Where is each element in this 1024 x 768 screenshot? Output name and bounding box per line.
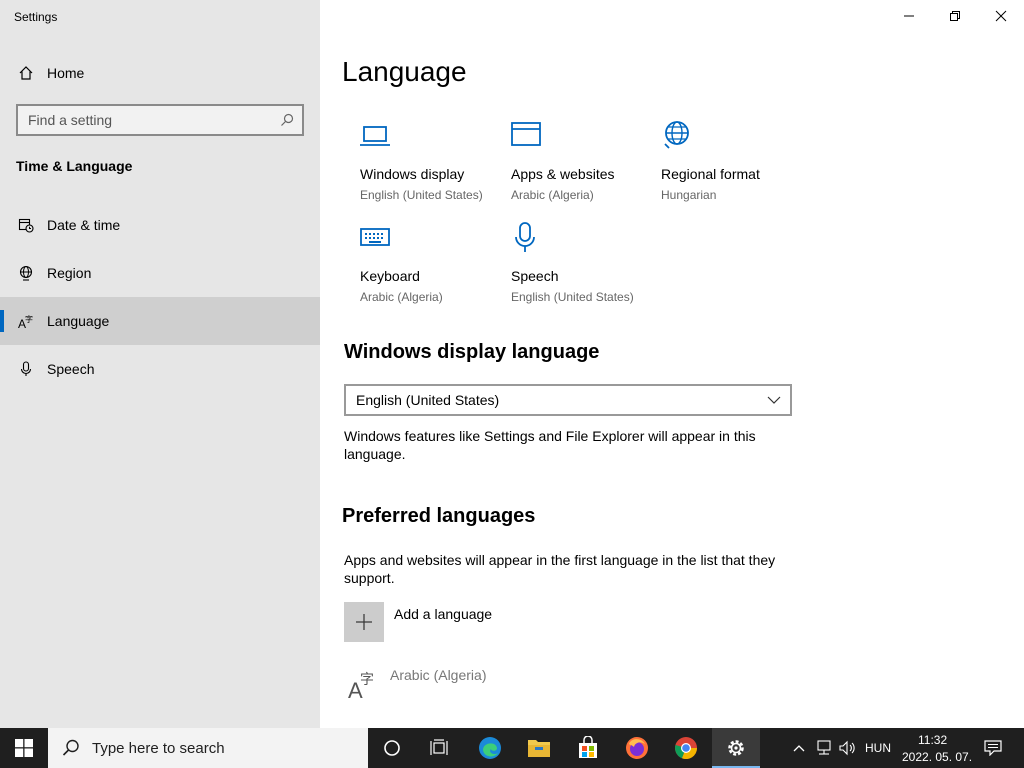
sidebar-item-label: Date & time — [47, 217, 121, 233]
firefox-icon — [626, 737, 648, 759]
svg-text:字: 字 — [360, 672, 374, 688]
chevron-up-icon — [793, 745, 805, 752]
gear-icon — [728, 740, 744, 756]
display-language-dropdown[interactable]: English (United States) — [344, 384, 792, 416]
minimize-button[interactable] — [886, 0, 932, 32]
language-name: Arabic (Algeria) — [390, 667, 487, 683]
home-icon — [17, 64, 35, 82]
firefox-taskbar-button[interactable] — [613, 728, 661, 768]
restore-button[interactable] — [932, 0, 978, 32]
tile-speech[interactable]: Speech English (United States) — [511, 222, 651, 314]
windows-logo-icon — [15, 739, 33, 757]
tile-subtitle: Arabic (Algeria) — [360, 290, 443, 304]
sidebar-item-language[interactable]: A字 Language — [0, 297, 320, 345]
input-language-indicator[interactable]: HUN — [865, 741, 891, 755]
tile-subtitle: English (United States) — [511, 290, 634, 304]
language-list-item[interactable]: A字 Arabic (Algeria) — [344, 664, 644, 704]
search-icon[interactable] — [280, 113, 294, 127]
sidebar-item-region[interactable]: Region — [0, 249, 320, 297]
tile-subtitle: English (United States) — [360, 188, 483, 202]
plus-icon — [344, 602, 384, 642]
sidebar-item-label: Region — [47, 265, 92, 281]
clock-date[interactable]: 2022. 05. 07. — [902, 750, 972, 764]
tile-subtitle: Hungarian — [661, 188, 717, 202]
add-language-button[interactable]: Add a language — [344, 602, 644, 644]
keyboard-icon — [360, 222, 392, 254]
close-button[interactable] — [978, 0, 1024, 32]
microphone-icon — [511, 222, 543, 254]
restore-icon — [950, 11, 960, 21]
page-title: Language — [342, 56, 467, 87]
settings-taskbar-button[interactable] — [712, 728, 760, 768]
settings-sidebar: Settings Home Time & Language Date & tim… — [0, 0, 320, 728]
volume-button[interactable] — [836, 728, 860, 768]
taskbar-search-placeholder: Type here to search — [92, 739, 225, 757]
minimize-icon — [904, 15, 914, 17]
tile-keyboard[interactable]: Keyboard Arabic (Algeria) — [360, 222, 500, 314]
network-button[interactable] — [812, 728, 836, 768]
preferred-languages-description: Apps and websites will appear in the fir… — [344, 552, 776, 586]
globe-icon — [661, 120, 693, 152]
clock-time[interactable]: 11:32 — [918, 733, 947, 747]
task-view-button[interactable] — [416, 728, 464, 768]
tile-title: Keyboard — [360, 268, 420, 284]
action-center-button[interactable] — [978, 728, 1008, 768]
tile-apps-websites[interactable]: Apps & websites Arabic (Algeria) — [511, 120, 651, 212]
chrome-taskbar-button[interactable] — [662, 728, 710, 768]
globe-icon — [17, 264, 35, 282]
sidebar-item-label: Home — [47, 65, 85, 81]
calendar-clock-icon — [17, 216, 35, 234]
chrome-icon — [675, 737, 698, 760]
app-title: Settings — [14, 10, 58, 24]
speaker-icon — [839, 740, 855, 756]
add-language-label: Add a language — [394, 606, 493, 622]
tile-title: Regional format — [661, 166, 760, 182]
preferred-languages-heading: Preferred languages — [342, 505, 536, 527]
tile-subtitle: Arabic (Algeria) — [511, 188, 594, 202]
taskbar-search-box[interactable]: Type here to search — [48, 728, 368, 768]
edge-taskbar-button[interactable] — [466, 728, 514, 768]
display-language-description: Windows features like Settings and File … — [344, 428, 756, 462]
cortana-button[interactable] — [368, 728, 416, 768]
chevron-down-icon — [766, 393, 782, 407]
start-button[interactable] — [0, 728, 48, 768]
task-view-icon — [430, 739, 448, 755]
svg-text:字: 字 — [25, 314, 33, 324]
store-icon — [579, 736, 597, 758]
folder-icon — [528, 740, 550, 757]
tile-windows-display[interactable]: Windows display English (United States) — [360, 120, 500, 212]
edge-icon — [479, 737, 501, 759]
sidebar-item-label: Speech — [47, 361, 95, 377]
settings-search-box[interactable] — [16, 104, 304, 136]
laptop-icon — [360, 120, 392, 152]
sidebar-item-home[interactable]: Home — [0, 56, 320, 90]
browser-window-icon — [511, 120, 543, 152]
tile-title: Apps & websites — [511, 166, 615, 182]
language-icon: A字 — [17, 312, 35, 330]
store-taskbar-button[interactable] — [564, 728, 612, 768]
language-icon: A字 — [344, 664, 384, 704]
close-icon — [995, 10, 1007, 22]
sidebar-item-label: Language — [47, 313, 110, 329]
taskbar: Type here to search HUN 11:32 2022. 05. … — [0, 728, 1024, 768]
settings-search-input[interactable] — [18, 112, 268, 128]
cortana-icon — [384, 740, 400, 756]
microphone-icon — [17, 360, 35, 378]
display-language-heading: Windows display language — [344, 341, 600, 363]
notification-icon — [984, 740, 1002, 756]
search-icon — [62, 739, 80, 757]
tile-title: Windows display — [360, 166, 465, 182]
sidebar-item-speech[interactable]: Speech — [0, 345, 320, 393]
show-hidden-icons-button[interactable] — [788, 728, 810, 768]
tile-title: Speech — [511, 268, 559, 284]
network-icon — [817, 740, 831, 755]
sidebar-item-date-time[interactable]: Date & time — [0, 201, 320, 249]
dropdown-value: English (United States) — [356, 392, 500, 408]
section-title: Time & Language — [16, 158, 133, 174]
file-explorer-taskbar-button[interactable] — [515, 728, 563, 768]
tile-regional-format[interactable]: Regional format Hungarian — [661, 120, 801, 212]
